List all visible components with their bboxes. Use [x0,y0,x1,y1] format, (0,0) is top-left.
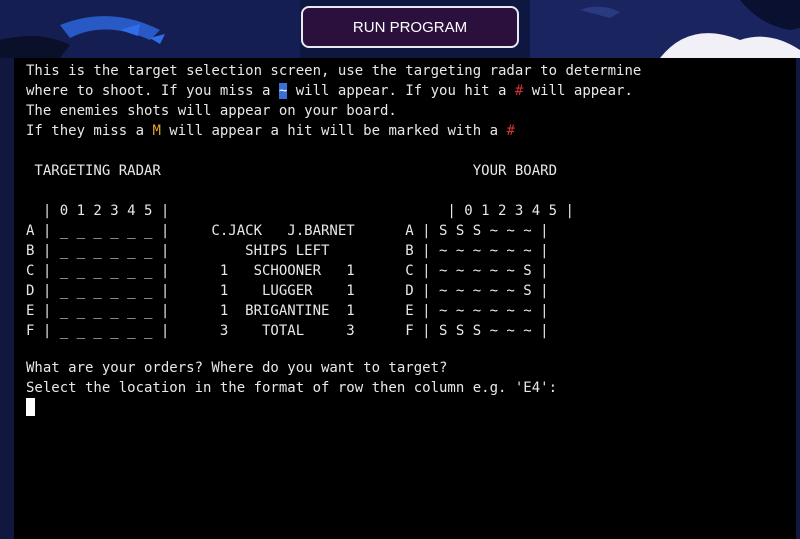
enemy-hit-marker-symbol: # [506,123,515,139]
intro-line-1: This is the target selection screen, use… [26,63,642,79]
intro-line-4-text-a: If they miss a [26,123,153,139]
intro-line-2-text-c: will appear. [523,83,633,99]
intro-line-4: If they miss a M will appear a hit will … [26,121,515,141]
intro-line-3: The enemies shots will appear on your bo… [26,103,397,119]
run-program-button[interactable]: RUN PROGRAM [301,6,519,48]
intro-line-2: where to shoot. If you miss a ~ will app… [26,81,633,101]
intro-line-2-text-a: where to shoot. If you miss a [26,83,279,99]
location-prompt: Select the location in the format of row… [26,380,558,396]
board-column-header: | 0 1 2 3 4 5 | | 0 1 2 3 4 5 | [26,203,574,219]
board-row-f: F | _ _ _ _ _ _ | 3 TOTAL 3 F | S S S ~ … [26,323,549,339]
intro-line-2-text-b: will appear. If you hit a [287,83,515,99]
board-row-e: E | _ _ _ _ _ _ | 1 BRIGANTINE 1 E | ~ ~… [26,303,549,319]
enemy-miss-marker-symbol: M [152,123,161,139]
board-titles-row: TARGETING RADAR YOUR BOARD [26,163,558,179]
board-row-b: B | _ _ _ _ _ _ | SHIPS LEFT B | ~ ~ ~ ~… [26,243,549,259]
board-row-a: A | _ _ _ _ _ _ | C.JACK J.BARNET A | S … [26,223,549,239]
board-row-d: D | _ _ _ _ _ _ | 1 LUGGER 1 D | ~ ~ ~ ~… [26,283,549,299]
board-row-c: C | _ _ _ _ _ _ | 1 SCHOONER 1 C | ~ ~ ~… [26,263,549,279]
intro-line-4-text-b: will appear a hit will be marked with a [160,123,507,139]
terminal-output[interactable]: This is the target selection screen, use… [14,58,796,539]
terminal-input-cursor[interactable] [26,398,35,416]
orders-prompt: What are your orders? Where do you want … [26,360,448,376]
